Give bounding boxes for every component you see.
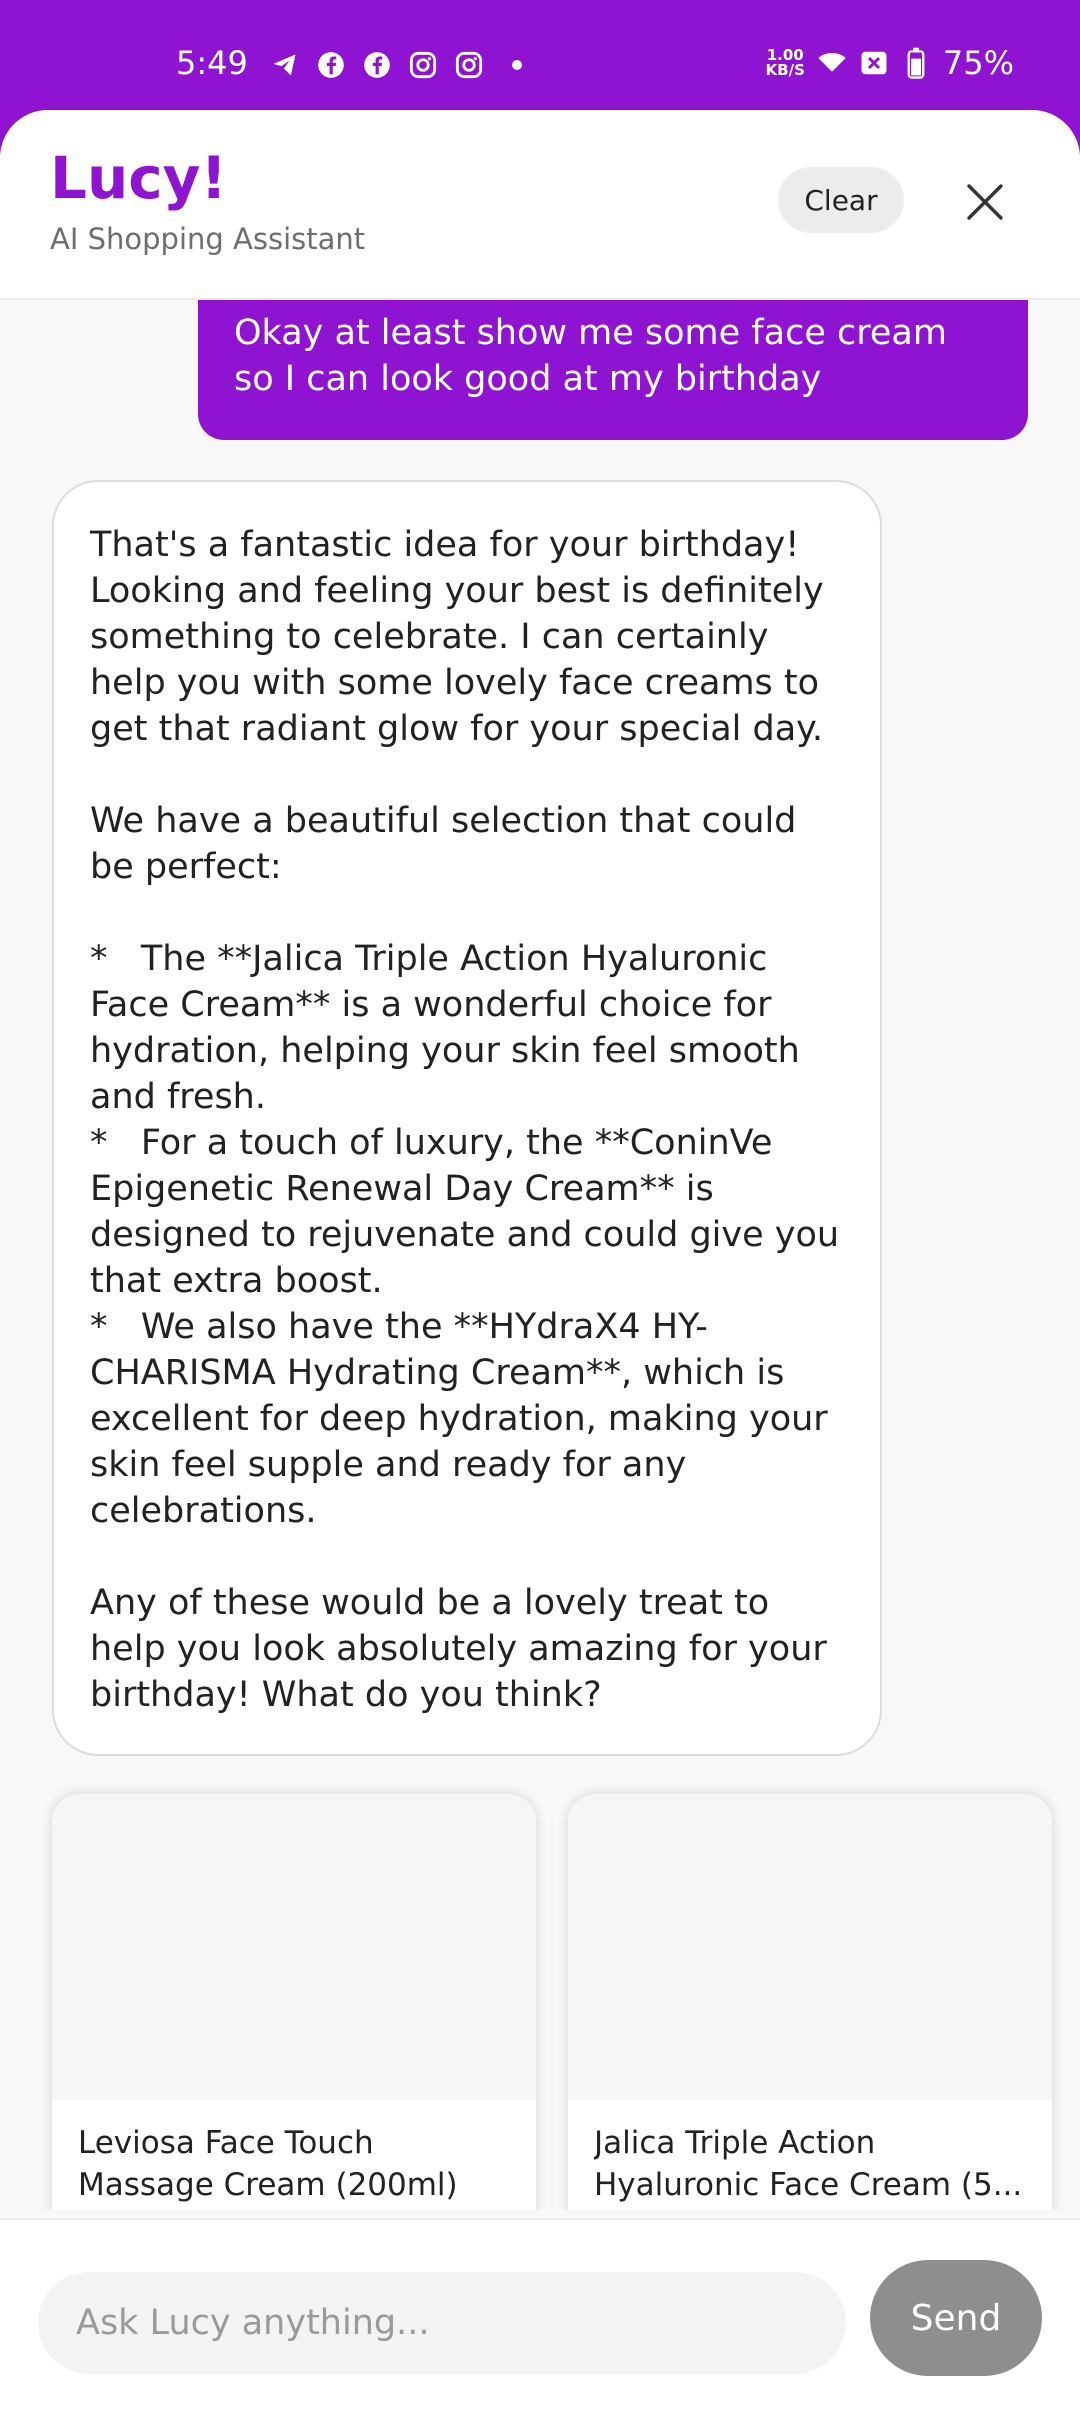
product-name-line: Jalica Triple Action bbox=[594, 2125, 876, 2161]
user-message-bubble: Okay at least show me some face cream so… bbox=[198, 300, 1028, 440]
assistant-header: Lucy! AI Shopping Assistant Clear bbox=[0, 110, 1080, 300]
product-image bbox=[52, 1794, 536, 2100]
product-image bbox=[568, 1794, 1052, 2100]
instagram-icon bbox=[454, 50, 484, 80]
instagram-icon bbox=[408, 50, 438, 80]
assistant-message-bubble: That's a fantastic idea for your birthda… bbox=[52, 480, 882, 1756]
clear-button[interactable]: Clear bbox=[778, 167, 904, 233]
notification-icons bbox=[270, 50, 522, 80]
product-name-line: Leviosa Face Touch bbox=[78, 2125, 374, 2161]
facebook-icon bbox=[316, 50, 346, 80]
message-input-bar: Send bbox=[0, 2218, 1080, 2412]
assistant-subtitle: AI Shopping Assistant bbox=[50, 222, 366, 256]
notification-dot-icon bbox=[512, 60, 522, 70]
product-carousel[interactable]: Leviosa Face Touch Massage Cream (200ml)… bbox=[0, 1794, 1080, 2210]
sim-off-icon bbox=[859, 48, 889, 78]
network-speed: 1.00 KB/S bbox=[766, 48, 805, 78]
product-name: Leviosa Face Touch Massage Cream (200ml) bbox=[52, 2100, 536, 2210]
status-right: 1.00 KB/S 75% bbox=[766, 44, 1014, 82]
status-time: 5:49 bbox=[176, 44, 248, 82]
assistant-panel: Lucy! AI Shopping Assistant Clear Okay a… bbox=[0, 110, 1080, 2412]
facebook-icon bbox=[362, 50, 392, 80]
network-speed-unit: KB/S bbox=[765, 61, 805, 79]
ask-input[interactable] bbox=[38, 2272, 846, 2374]
battery-percent: 75% bbox=[942, 44, 1014, 82]
product-name-line: Massage Cream (200ml) bbox=[78, 2167, 458, 2203]
status-bar: 5:49 1.00 KB/S 75% bbox=[0, 0, 1080, 110]
close-button[interactable] bbox=[955, 174, 1015, 234]
product-card[interactable]: Jalica Triple Action Hyaluronic Face Cre… bbox=[568, 1794, 1052, 2210]
chat-scroll-area[interactable]: Okay at least show me some face cream so… bbox=[0, 300, 1080, 2210]
telegram-icon bbox=[270, 50, 300, 80]
send-button[interactable]: Send bbox=[870, 2260, 1042, 2376]
product-card[interactable]: Leviosa Face Touch Massage Cream (200ml) bbox=[52, 1794, 536, 2210]
wifi-icon bbox=[817, 48, 847, 78]
battery-icon bbox=[901, 47, 931, 79]
product-name: Jalica Triple Action Hyaluronic Face Cre… bbox=[568, 2100, 1052, 2210]
product-name-line: Hyaluronic Face Cream (5... bbox=[594, 2167, 1023, 2203]
close-icon bbox=[965, 182, 1005, 226]
assistant-title: Lucy! bbox=[50, 144, 227, 212]
